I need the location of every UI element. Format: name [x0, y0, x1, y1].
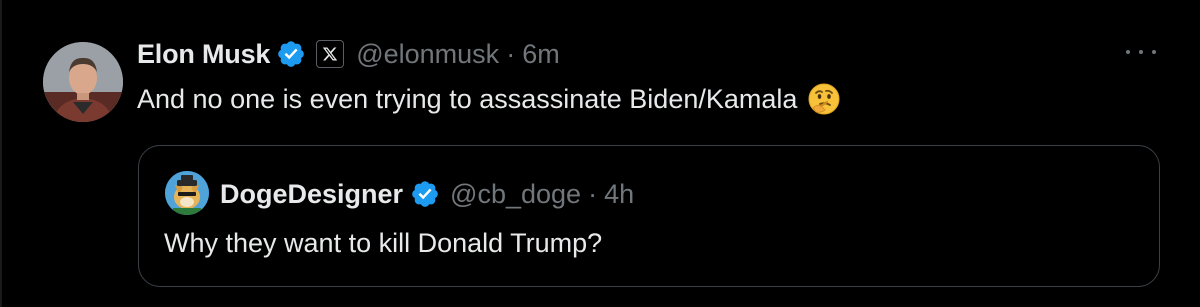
tweet-card: Elon Musk @elonmusk · 6m And no one is e… — [0, 0, 1200, 307]
quoted-header-separator: · — [588, 178, 598, 209]
author-name[interactable]: Elon Musk — [137, 39, 270, 70]
header-separator: · — [506, 38, 516, 69]
more-dot — [1126, 50, 1130, 54]
quoted-tweet-header: DogeDesigner @cb_doge · 4h — [220, 176, 634, 212]
quoted-author-handle[interactable]: @cb_doge — [450, 179, 581, 210]
author-avatar[interactable] — [43, 42, 123, 122]
tweet-header: Elon Musk @elonmusk · 6m — [137, 36, 560, 72]
tweet-body: And no one is even trying to assassinate… — [137, 82, 841, 116]
tweet-timestamp[interactable]: 6m — [522, 39, 560, 70]
thinking-face-emoji — [807, 82, 841, 116]
quoted-tweet[interactable]: DogeDesigner @cb_doge · 4h Why they want… — [138, 145, 1160, 287]
verified-badge-icon[interactable] — [276, 39, 306, 69]
quoted-tweet-text: Why they want to kill Donald Trump? — [164, 228, 603, 258]
tweet-text: And no one is even trying to assassinate… — [137, 83, 798, 114]
quoted-author-avatar[interactable] — [165, 171, 209, 215]
author-handle[interactable]: @elonmusk — [356, 39, 499, 70]
x-logo-icon[interactable] — [316, 40, 345, 68]
edge-divider — [0, 0, 2, 307]
more-options-icon[interactable] — [1126, 42, 1156, 62]
quoted-author-name[interactable]: DogeDesigner — [220, 179, 403, 210]
quoted-tweet-timestamp[interactable]: 4h — [604, 179, 634, 210]
more-dot — [1139, 50, 1143, 54]
verified-badge-icon[interactable] — [410, 179, 440, 209]
more-dot — [1152, 50, 1156, 54]
